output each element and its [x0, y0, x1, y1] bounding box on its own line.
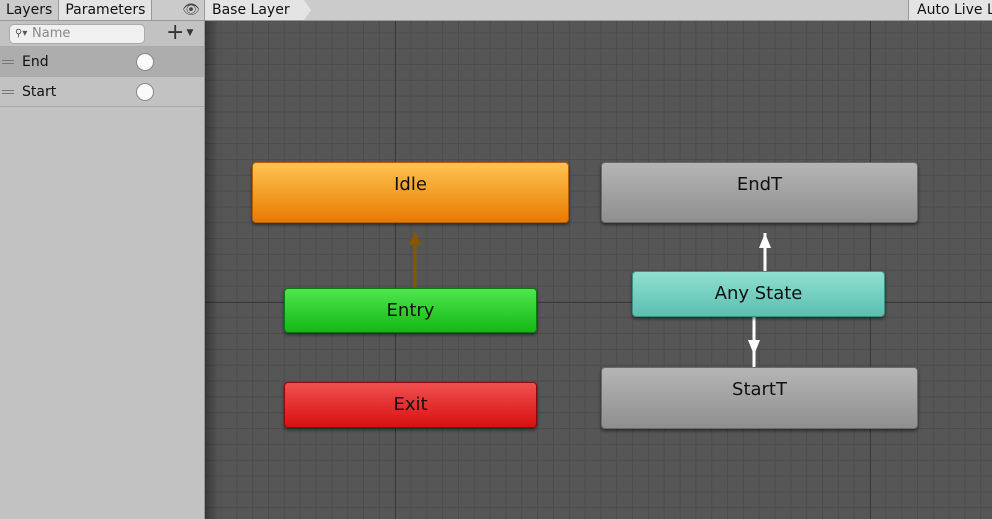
tab-layers[interactable]: Layers [0, 0, 60, 20]
search-icon: ⚲▾ [15, 28, 28, 39]
state-exit[interactable]: Exit [284, 382, 537, 428]
transition-any-startt[interactable] [748, 317, 760, 367]
parameter-row-end[interactable]: End [0, 47, 204, 77]
state-endt[interactable]: EndT [601, 162, 918, 223]
parameters-toolbar: ⚲▾ Name + ▼ [0, 21, 204, 47]
parameter-name: Start [22, 84, 57, 100]
panel-tabs: Layers Parameters 👁 [0, 0, 204, 21]
add-parameter-button[interactable]: + ▼ [166, 21, 193, 45]
auto-live-link-button[interactable]: Auto Live Link [908, 0, 992, 20]
transition-any-endt[interactable] [759, 233, 771, 271]
transition-entry-idle[interactable] [409, 231, 421, 288]
breadcrumb-base-layer[interactable]: Base Layer [205, 0, 311, 20]
state-machine-graph[interactable]: Idle EndT Entry Any State Exit StartT [205, 21, 992, 519]
transitions [409, 231, 771, 367]
tab-parameters[interactable]: Parameters [59, 0, 153, 20]
parameter-name: End [22, 54, 49, 70]
state-startt[interactable]: StartT [601, 367, 918, 429]
trigger-toggle[interactable] [136, 53, 154, 71]
state-any-state[interactable]: Any State [632, 271, 885, 317]
parameter-row-start[interactable]: Start [0, 77, 204, 107]
chevron-down-icon: ▼ [186, 28, 194, 38]
search-placeholder: Name [32, 26, 71, 41]
parameters-panel: Layers Parameters 👁 ⚲▾ Name + ▼ End Start [0, 0, 205, 519]
trigger-toggle[interactable] [136, 83, 154, 101]
state-entry[interactable]: Entry [284, 288, 537, 333]
graph-toolbar: Base Layer Auto Live Link [205, 0, 992, 21]
drag-handle-icon[interactable] [2, 90, 14, 94]
drag-handle-icon[interactable] [2, 60, 14, 64]
state-idle[interactable]: Idle [252, 162, 569, 223]
eye-icon[interactable]: 👁 [178, 0, 204, 20]
search-input[interactable]: ⚲▾ Name [9, 24, 145, 44]
